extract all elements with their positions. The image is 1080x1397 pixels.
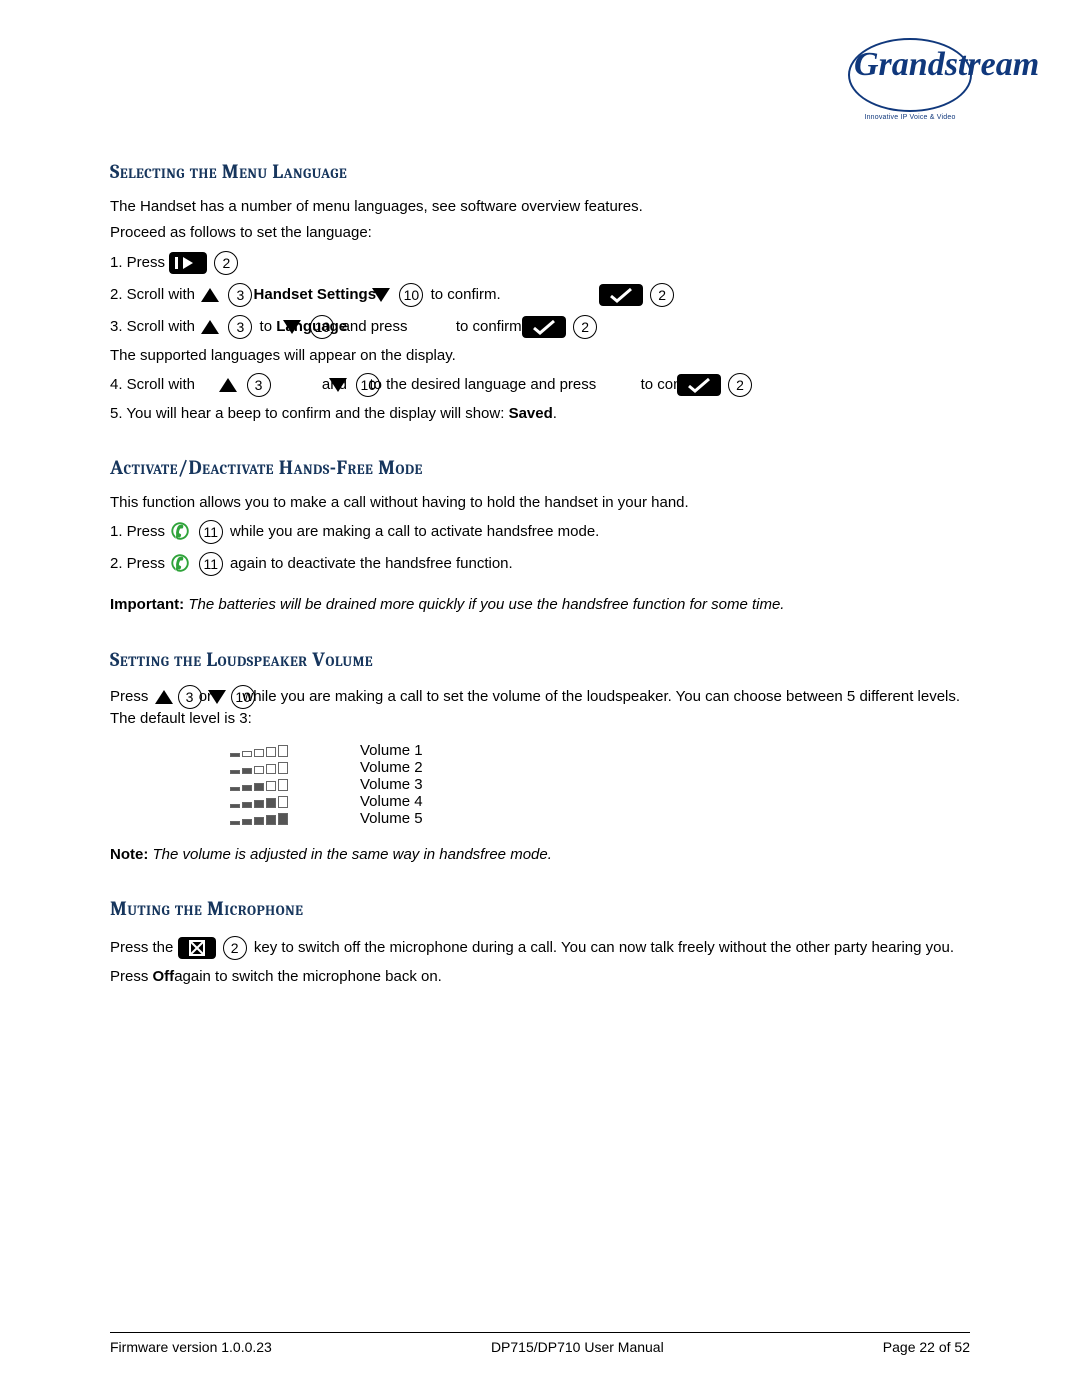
footer-page: Page 22 of 52 bbox=[883, 1339, 970, 1355]
volume-label: Volume 4 bbox=[360, 793, 423, 810]
volume-label: Volume 2 bbox=[360, 759, 423, 776]
key-number-icon: 2 bbox=[223, 936, 247, 960]
off-label: Off bbox=[153, 968, 175, 985]
key-number-icon: 11 bbox=[199, 520, 223, 544]
step-note: The supported languages will appear on t… bbox=[110, 346, 970, 366]
manual-page: Grandstream Innovative IP Voice & Video … bbox=[0, 0, 1080, 1397]
up-arrow-icon bbox=[219, 378, 237, 392]
footer-title: DP715/DP710 User Manual bbox=[491, 1339, 664, 1355]
key-number-icon: 3 bbox=[247, 373, 271, 397]
important-note: Important: The batteries will be drained… bbox=[110, 595, 970, 615]
up-arrow-icon bbox=[201, 288, 219, 302]
volume-label: Volume 1 bbox=[360, 742, 423, 759]
key-number-icon: 10 bbox=[399, 283, 423, 307]
down-arrow-icon bbox=[208, 690, 226, 704]
volume-bars-icon bbox=[230, 779, 300, 791]
down-arrow-icon bbox=[283, 320, 301, 334]
page-footer: Firmware version 1.0.0.23 DP715/DP710 Us… bbox=[110, 1332, 970, 1355]
step-text: Press the bbox=[110, 939, 178, 956]
step-1: 1. Press ✆ 11 while you are making a cal… bbox=[110, 519, 970, 545]
volume-row: Volume 3 bbox=[230, 777, 970, 793]
intro-text: The Handset has a number of menu languag… bbox=[110, 197, 970, 217]
step-text: . bbox=[553, 405, 557, 422]
volume-table: Volume 1 Volume 2 Volume 3 Volume 4 Volu… bbox=[230, 743, 970, 827]
step-text: 1. Press bbox=[110, 254, 169, 271]
down-arrow-icon bbox=[372, 288, 390, 302]
step-text: to the desired language and press bbox=[369, 376, 596, 393]
volume-row: Volume 4 bbox=[230, 794, 970, 810]
step-text: 3. Scroll with bbox=[110, 318, 195, 335]
intro-text: This function allows you to make a call … bbox=[110, 493, 970, 513]
mute-text: Press the 2 key to switch off the microp… bbox=[110, 934, 970, 991]
heading-mute: Muting the Microphone bbox=[110, 897, 970, 920]
step-text: 1. Press bbox=[110, 523, 169, 540]
volume-note: Note: The volume is adjusted in the same… bbox=[110, 845, 970, 865]
key-number-icon: 3 bbox=[178, 685, 202, 709]
volume-text: Press 3 or 10 while you are making a cal… bbox=[110, 685, 970, 729]
step-1: 1. Press 2 bbox=[110, 250, 970, 276]
volume-label: Volume 5 bbox=[360, 810, 423, 827]
key-number-icon: 3 bbox=[228, 283, 252, 307]
note-text: The batteries will be drained more quick… bbox=[188, 596, 784, 613]
key-number-icon: 10 bbox=[310, 315, 334, 339]
step-2: 2. Press ✆ 11 again to deactivate the ha… bbox=[110, 551, 970, 577]
confirm-key-icon bbox=[677, 374, 721, 396]
up-arrow-icon bbox=[201, 320, 219, 334]
logo-tagline: Innovative IP Voice & Video bbox=[840, 114, 980, 121]
key-number-icon: 2 bbox=[573, 315, 597, 339]
key-number-icon: 2 bbox=[650, 283, 674, 307]
step-text: 2. Scroll with bbox=[110, 286, 195, 303]
volume-bars-icon bbox=[230, 745, 300, 757]
key-number-icon: 2 bbox=[728, 373, 752, 397]
step-text: to confirm. bbox=[431, 286, 501, 303]
volume-row: Volume 2 bbox=[230, 760, 970, 776]
volume-bars-icon bbox=[230, 813, 300, 825]
step-text: 2. Press bbox=[110, 555, 169, 572]
step-text: and press bbox=[342, 318, 408, 335]
step-text: again to deactivate the handsfree functi… bbox=[230, 555, 513, 572]
handsfree-icon: ✆ bbox=[169, 550, 192, 579]
volume-bars-icon bbox=[230, 796, 300, 808]
step-text: again to switch the microphone back on. bbox=[174, 968, 442, 985]
down-arrow-icon bbox=[329, 378, 347, 392]
step-text: to confirm. bbox=[456, 318, 526, 335]
note-text: The volume is adjusted in the same way i… bbox=[153, 846, 552, 863]
step-2: 2. Scroll with 3 Handset Settings 10 to … bbox=[110, 282, 970, 308]
step-3: 3. Scroll with 3 to Language 10 and pres… bbox=[110, 314, 970, 340]
logo-text: Grandstream bbox=[854, 46, 1039, 84]
step-text: to bbox=[260, 318, 277, 335]
saved-label: Saved bbox=[509, 405, 553, 422]
heading-handsfree: Activate/Deactivate Hands-Free Mode bbox=[110, 456, 970, 479]
heading-loudspeaker: Setting the Loudspeaker Volume bbox=[110, 648, 970, 671]
handsfree-icon: ✆ bbox=[169, 518, 192, 547]
step-text: 5. You will hear a beep to confirm and t… bbox=[110, 405, 509, 422]
intro-text: Proceed as follows to set the language: bbox=[110, 223, 970, 243]
footer-firmware: Firmware version 1.0.0.23 bbox=[110, 1339, 272, 1355]
note-label: Important: bbox=[110, 596, 184, 613]
step-text: while you are making a call to activate … bbox=[230, 523, 599, 540]
volume-row: Volume 5 bbox=[230, 811, 970, 827]
confirm-key-icon bbox=[522, 316, 566, 338]
note-label: Note: bbox=[110, 846, 148, 863]
up-arrow-icon bbox=[155, 690, 173, 704]
logo-oval: Grandstream bbox=[848, 38, 972, 112]
confirm-key-icon bbox=[599, 284, 643, 306]
volume-row: Volume 1 bbox=[230, 743, 970, 759]
mute-key-icon bbox=[178, 937, 216, 959]
key-number-icon: 3 bbox=[228, 315, 252, 339]
key-number-icon: 2 bbox=[214, 251, 238, 275]
menu-key-icon bbox=[169, 252, 207, 274]
brand-logo: Grandstream Innovative IP Voice & Video bbox=[840, 38, 980, 121]
step-text: Press bbox=[110, 688, 153, 705]
step-5: 5. You will hear a beep to confirm and t… bbox=[110, 404, 970, 424]
step-4: 4. Scroll with 3 and 10 to the desired l… bbox=[110, 372, 970, 398]
heading-menu-language: Selecting the Menu Language bbox=[110, 160, 970, 183]
menu-item: Handset Settings bbox=[254, 286, 377, 303]
volume-label: Volume 3 bbox=[360, 776, 423, 793]
key-number-icon: 11 bbox=[199, 552, 223, 576]
step-text: 4. Scroll with bbox=[110, 376, 195, 393]
volume-bars-icon bbox=[230, 762, 300, 774]
